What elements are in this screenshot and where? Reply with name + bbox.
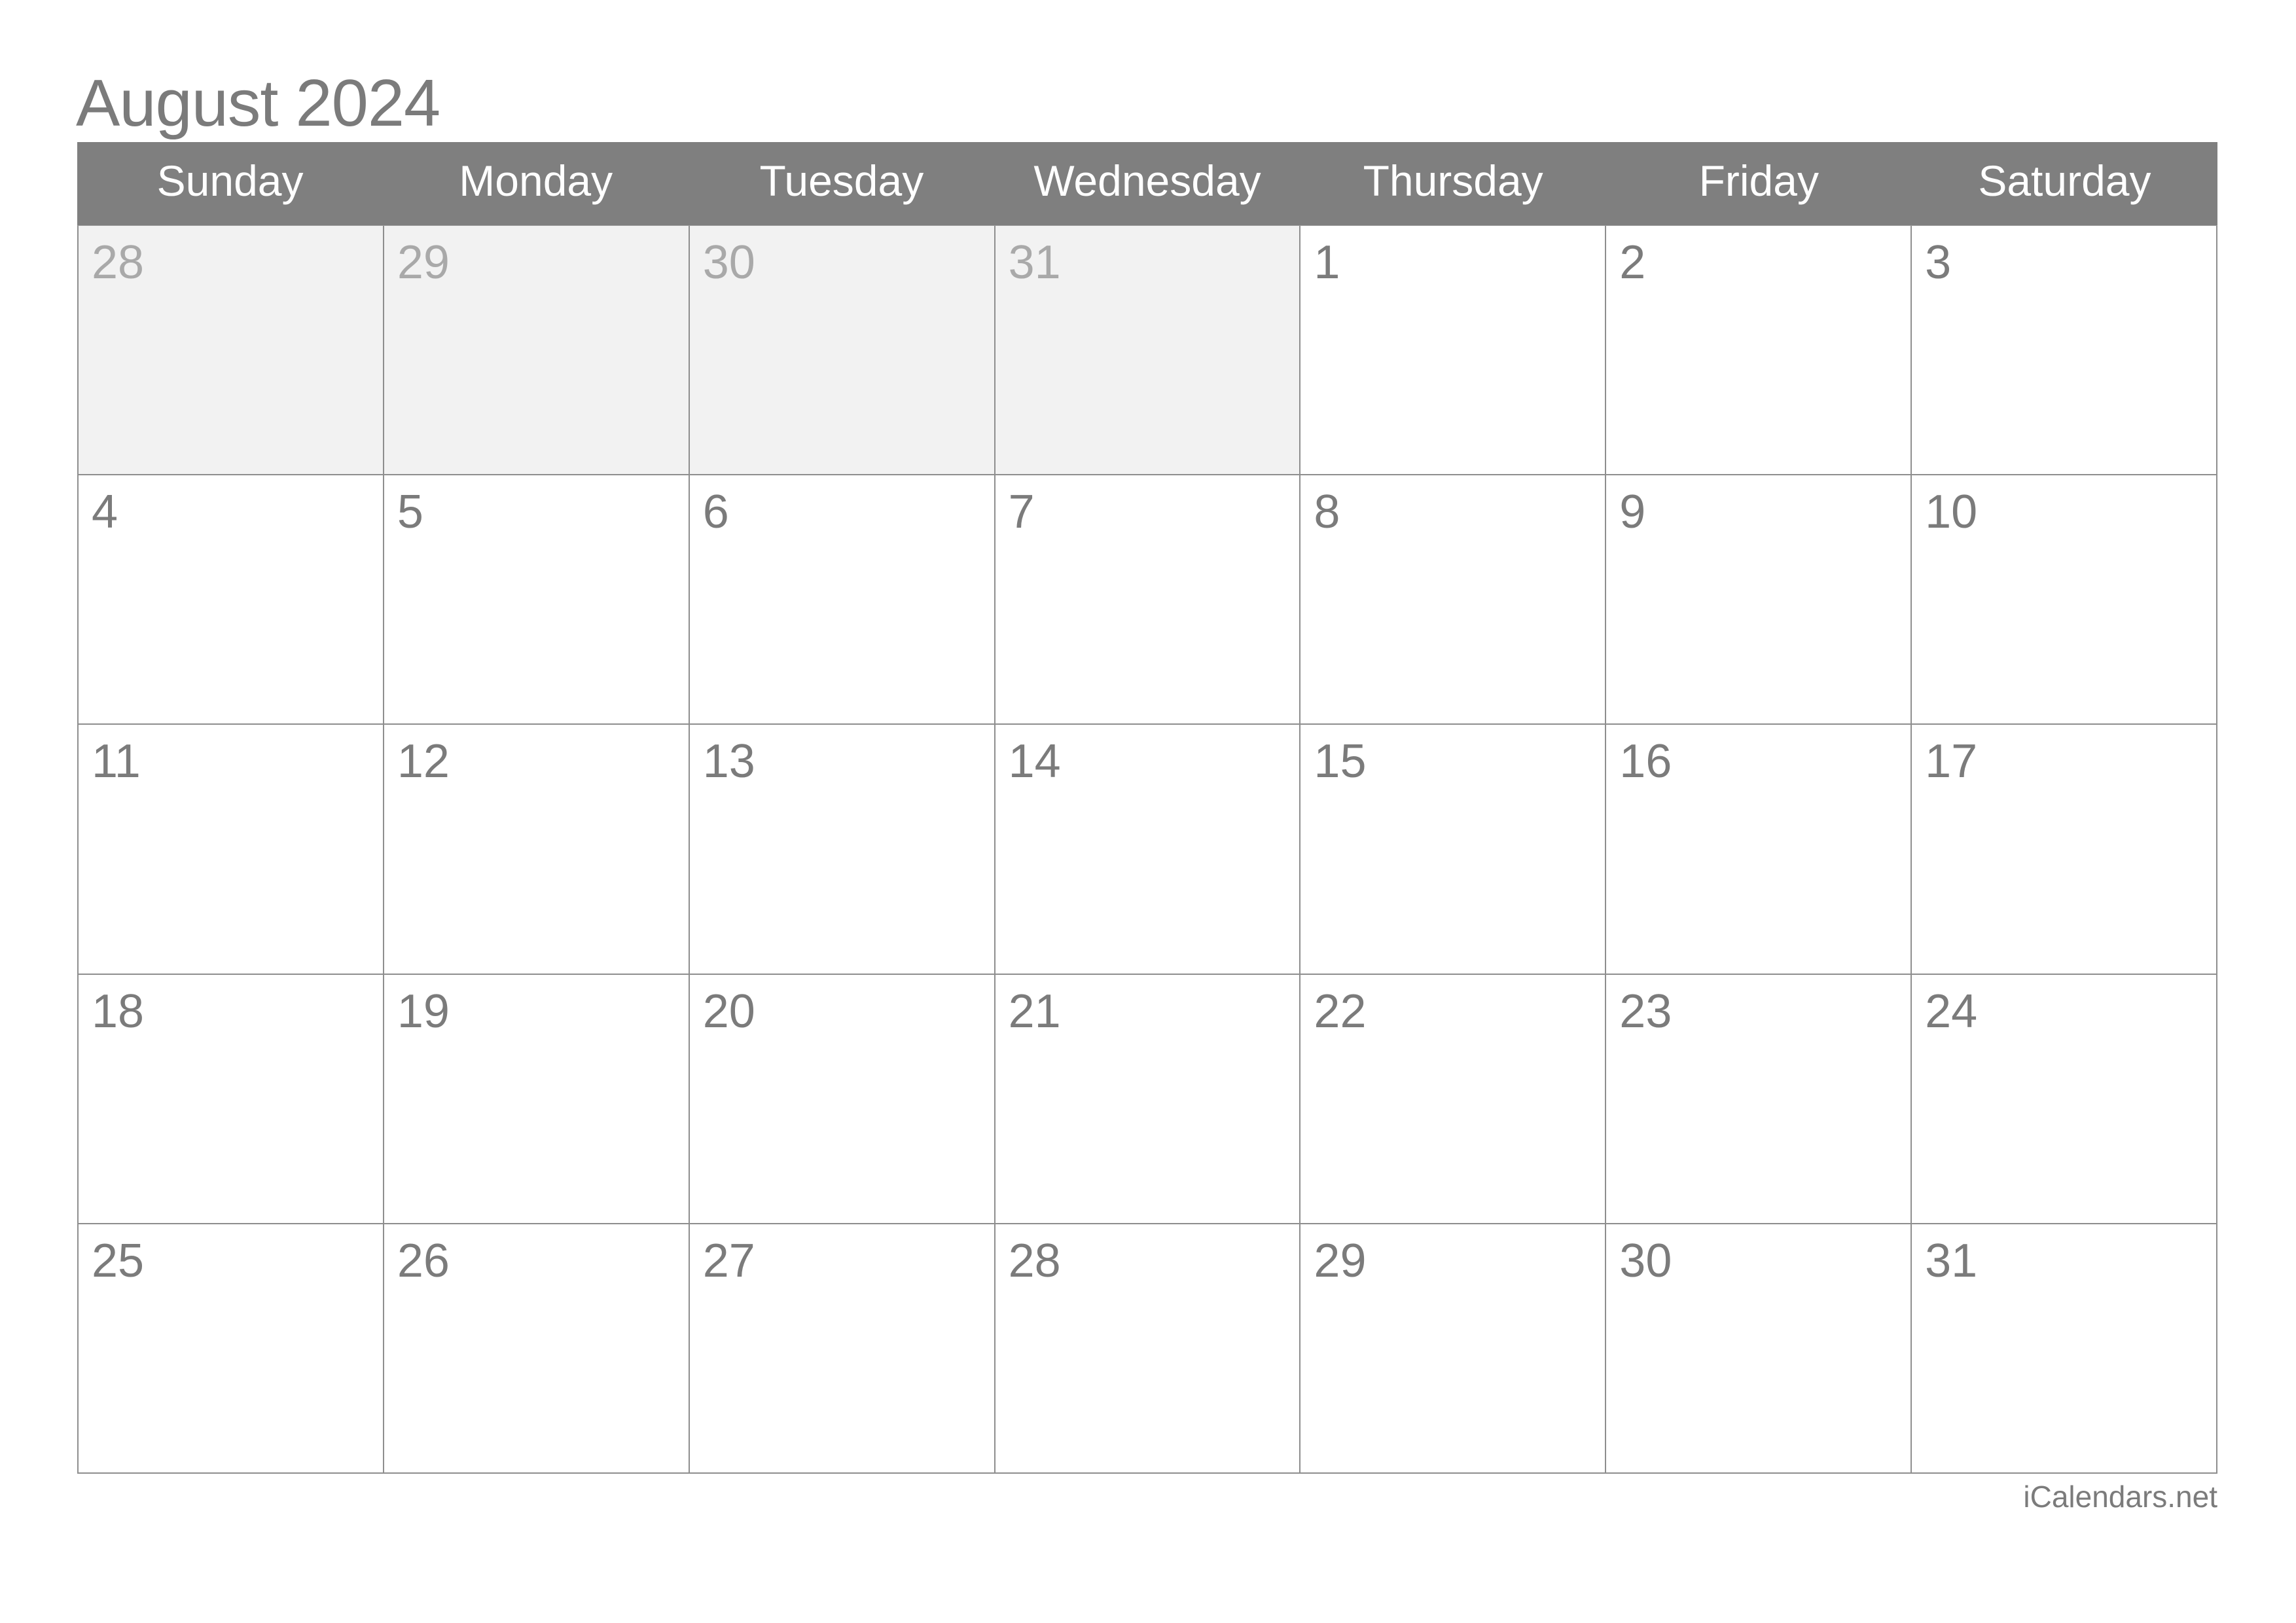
day-cell: 31 bbox=[1912, 1224, 2217, 1474]
day-number: 25 bbox=[92, 1234, 145, 1287]
day-cell: 27 bbox=[689, 1224, 996, 1474]
day-number: 14 bbox=[1008, 735, 1061, 788]
weekday-monday: Monday bbox=[459, 156, 613, 205]
day-cell: 19 bbox=[384, 974, 690, 1224]
day-number: 22 bbox=[1314, 985, 1367, 1038]
day-cell: 28 bbox=[995, 1224, 1301, 1474]
day-number: 13 bbox=[702, 735, 755, 788]
day-number: 4 bbox=[92, 486, 118, 539]
day-number: 29 bbox=[1314, 1234, 1367, 1287]
day-number: 27 bbox=[702, 1234, 755, 1287]
day-number: 17 bbox=[1925, 735, 1978, 788]
day-cell: 7 bbox=[995, 475, 1301, 725]
day-number: 26 bbox=[397, 1234, 450, 1287]
day-number: 20 bbox=[702, 985, 755, 1038]
day-cell: 18 bbox=[79, 974, 384, 1224]
day-number: 28 bbox=[92, 236, 145, 289]
day-cell: 16 bbox=[1606, 725, 1912, 975]
day-cell: 8 bbox=[1300, 475, 1607, 725]
day-number: 19 bbox=[397, 985, 450, 1038]
day-cell: 23 bbox=[1606, 974, 1912, 1224]
day-cell: 9 bbox=[1606, 475, 1912, 725]
day-cell: 14 bbox=[995, 725, 1301, 975]
calendar: Sunday Monday Tuesday Wednesday Thursday… bbox=[77, 142, 2217, 1474]
page-title: August 2024 bbox=[76, 67, 440, 140]
day-number: 21 bbox=[1008, 985, 1061, 1038]
day-cell: 6 bbox=[689, 475, 996, 725]
day-number: 5 bbox=[397, 486, 423, 539]
day-cell: 13 bbox=[689, 725, 996, 975]
day-cell-other-month: 30 bbox=[689, 226, 996, 476]
day-cell: 1 bbox=[1300, 226, 1607, 476]
day-number: 30 bbox=[1619, 1234, 1672, 1287]
day-number: 18 bbox=[92, 985, 145, 1038]
day-cell-other-month: 28 bbox=[79, 226, 384, 476]
day-cell: 29 bbox=[1300, 1224, 1607, 1474]
weekday-saturday: Saturday bbox=[1978, 156, 2151, 205]
weekday-wednesday: Wednesday bbox=[1033, 156, 1261, 205]
day-number: 28 bbox=[1008, 1234, 1061, 1287]
day-cell-other-month: 31 bbox=[995, 226, 1301, 476]
day-number: 23 bbox=[1619, 985, 1672, 1038]
day-cell: 24 bbox=[1912, 974, 2217, 1224]
weekday-tuesday: Tuesday bbox=[759, 156, 924, 205]
day-cell: 4 bbox=[79, 475, 384, 725]
weekday-header: Sunday Monday Tuesday Wednesday Thursday… bbox=[77, 142, 2217, 225]
day-number: 29 bbox=[397, 236, 450, 289]
weekday-thursday: Thursday bbox=[1363, 156, 1543, 205]
day-cell: 30 bbox=[1606, 1224, 1912, 1474]
day-cell: 11 bbox=[79, 725, 384, 975]
day-cell-other-month: 29 bbox=[384, 226, 690, 476]
weekday-sunday: Sunday bbox=[156, 156, 304, 205]
day-number: 31 bbox=[1925, 1234, 1978, 1287]
day-number: 11 bbox=[92, 735, 141, 788]
day-number: 12 bbox=[397, 735, 450, 788]
day-cell: 5 bbox=[384, 475, 690, 725]
footer-credit: iCalendars.net bbox=[2023, 1480, 2217, 1514]
day-cell: 10 bbox=[1912, 475, 2217, 725]
calendar-grid: 28 29 30 31 1 2 3 4 5 6 7 8 9 10 11 12 13 14 15 16 17 18 19 20 2… bbox=[77, 225, 2217, 1474]
day-cell: 17 bbox=[1912, 725, 2217, 975]
day-number: 7 bbox=[1008, 486, 1035, 539]
day-cell: 22 bbox=[1300, 974, 1607, 1224]
day-cell: 25 bbox=[79, 1224, 384, 1474]
day-number: 16 bbox=[1619, 735, 1672, 788]
day-cell: 3 bbox=[1912, 226, 2217, 476]
day-number: 3 bbox=[1925, 236, 1952, 289]
day-cell: 20 bbox=[689, 974, 996, 1224]
day-number: 1 bbox=[1314, 236, 1340, 289]
day-number: 6 bbox=[702, 486, 729, 539]
weekday-friday: Friday bbox=[1698, 156, 1819, 205]
day-cell: 12 bbox=[384, 725, 690, 975]
day-number: 10 bbox=[1925, 486, 1978, 539]
day-cell: 21 bbox=[995, 974, 1301, 1224]
day-number: 15 bbox=[1314, 735, 1367, 788]
day-number: 8 bbox=[1314, 486, 1340, 539]
day-cell: 26 bbox=[384, 1224, 690, 1474]
day-cell: 15 bbox=[1300, 725, 1607, 975]
day-number: 31 bbox=[1008, 236, 1061, 289]
day-cell: 2 bbox=[1606, 226, 1912, 476]
day-number: 2 bbox=[1619, 236, 1646, 289]
day-number: 30 bbox=[702, 236, 755, 289]
day-number: 24 bbox=[1925, 985, 1978, 1038]
day-number: 9 bbox=[1619, 486, 1646, 539]
